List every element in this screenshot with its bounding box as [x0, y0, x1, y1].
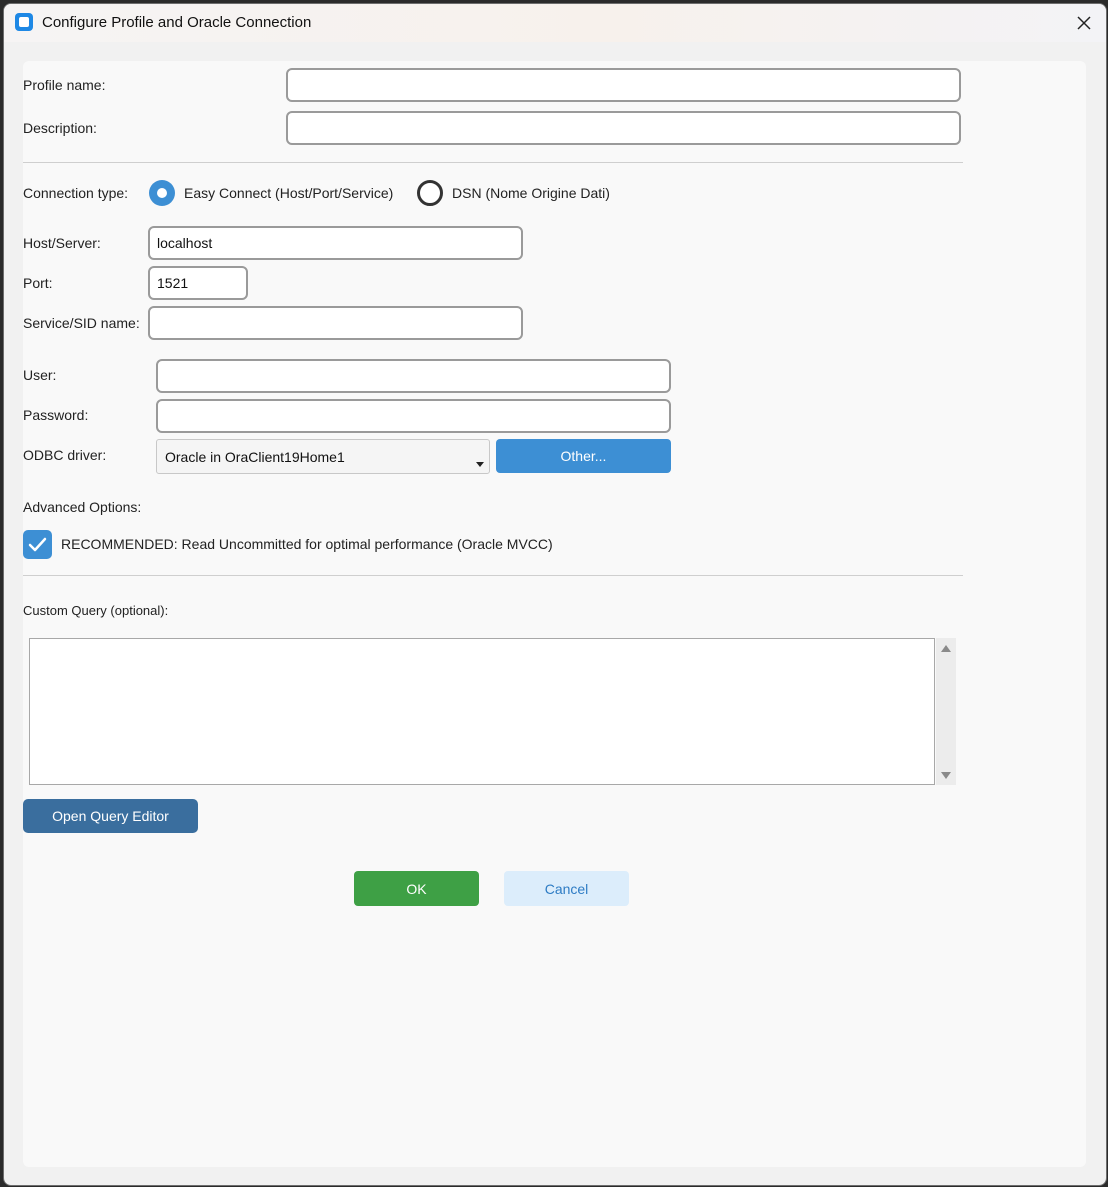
dialog-content: Profile name: Description: Connection ty… [23, 61, 1086, 1167]
scroll-down-icon[interactable] [941, 772, 951, 779]
close-button[interactable] [1062, 4, 1106, 42]
dsn-radio[interactable] [417, 180, 443, 206]
close-icon [1077, 16, 1091, 30]
profile-name-input[interactable] [286, 68, 961, 102]
password-input[interactable] [156, 399, 671, 433]
custom-query-textarea[interactable] [29, 638, 935, 785]
scroll-up-icon[interactable] [941, 645, 951, 652]
query-scrollbar[interactable] [936, 638, 956, 785]
separator [23, 575, 963, 576]
port-input[interactable] [148, 266, 248, 300]
open-query-editor-button[interactable]: Open Query Editor [23, 799, 198, 833]
service-label: Service/SID name: [23, 315, 140, 331]
advanced-options-title: Advanced Options: [23, 499, 142, 515]
title-bar: Configure Profile and Oracle Connection [4, 4, 1106, 42]
read-uncommitted-label[interactable]: RECOMMENDED: Read Uncommitted for optima… [61, 536, 553, 552]
app-icon [15, 13, 33, 31]
user-label: User: [23, 367, 57, 383]
cancel-button[interactable]: Cancel [504, 871, 629, 906]
chevron-down-icon [476, 462, 484, 467]
odbc-driver-select[interactable]: Oracle in OraClient19Home1 [156, 439, 490, 474]
host-input[interactable] [148, 226, 523, 260]
window-title: Configure Profile and Oracle Connection [42, 14, 312, 31]
user-input[interactable] [156, 359, 671, 393]
description-input[interactable] [286, 111, 961, 145]
easy-connect-label[interactable]: Easy Connect (Host/Port/Service) [184, 185, 393, 201]
port-label: Port: [23, 275, 53, 291]
read-uncommitted-checkbox[interactable] [23, 530, 52, 559]
separator [23, 162, 963, 163]
dialog-window: Configure Profile and Oracle Connection … [3, 3, 1107, 1186]
dsn-label[interactable]: DSN (Nome Origine Dati) [452, 185, 610, 201]
host-label: Host/Server: [23, 235, 101, 251]
custom-query-label: Custom Query (optional): [23, 603, 169, 618]
connection-type-label: Connection type: [23, 185, 129, 201]
easy-connect-radio[interactable] [149, 180, 175, 206]
checkmark-icon [28, 537, 47, 552]
ok-button[interactable]: OK [354, 871, 479, 906]
profile-name-label: Profile name: [23, 77, 106, 93]
other-driver-button[interactable]: Other... [496, 439, 671, 473]
service-input[interactable] [148, 306, 523, 340]
odbc-driver-label: ODBC driver: [23, 447, 107, 463]
description-label: Description: [23, 120, 97, 136]
odbc-driver-value: Oracle in OraClient19Home1 [165, 449, 345, 465]
password-label: Password: [23, 407, 89, 423]
